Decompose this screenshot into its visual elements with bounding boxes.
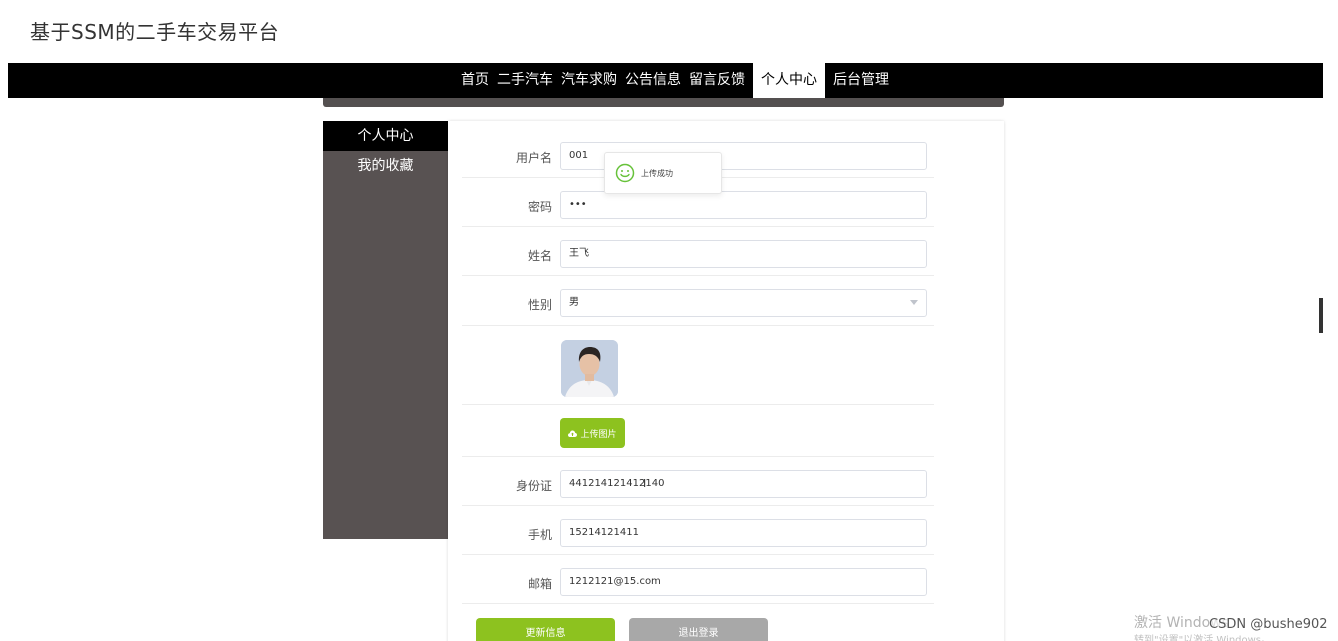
form-row-name: 姓名 王飞 xyxy=(462,240,934,276)
site-title: 基于SSM的二手车交易平台 xyxy=(30,20,280,44)
username-label: 用户名 xyxy=(515,151,552,165)
id-card-label: 身份证 xyxy=(515,479,552,493)
toast-message: 上传成功 xyxy=(641,168,673,178)
name-input[interactable]: 王飞 xyxy=(560,240,927,268)
page-scrollbar-thumb[interactable] xyxy=(1319,298,1323,333)
nav-item-admin[interactable]: 后台管理 xyxy=(829,63,893,98)
nav-item-notices[interactable]: 公告信息 xyxy=(621,63,685,98)
form-row-id-card: 身份证 441214121412140 xyxy=(462,469,934,506)
nav-item-home[interactable]: 首页 xyxy=(457,63,493,98)
windows-activation-subtext: 转到"设置"以激活 Windows。 xyxy=(1134,635,1272,641)
text-cursor-icon: I xyxy=(643,477,647,490)
phone-label: 手机 xyxy=(527,528,552,542)
form-row-password: 密码 ••• xyxy=(462,191,934,227)
nav-item-personal-center[interactable]: 个人中心 xyxy=(753,63,825,98)
upload-image-label: 上传图片 xyxy=(580,428,617,439)
password-label: 密码 xyxy=(527,200,552,214)
cloud-upload-icon xyxy=(568,430,578,437)
logout-button[interactable]: 退出登录 xyxy=(629,618,768,641)
upload-success-toast: 上传成功 xyxy=(604,152,722,194)
person-portrait-icon xyxy=(561,340,618,397)
gender-label: 性别 xyxy=(527,298,552,312)
form-row-avatar xyxy=(462,326,934,405)
sidebar: 个人中心 我的收藏 xyxy=(323,121,448,539)
phone-input[interactable]: 15214121411 xyxy=(560,519,927,547)
nav-menu: 首页 二手汽车 汽车求购 公告信息 留言反馈 个人中心 后台管理 xyxy=(457,63,893,98)
nav-item-feedback[interactable]: 留言反馈 xyxy=(685,63,749,98)
form-row-gender: 性别 男 xyxy=(462,289,934,326)
upload-image-button[interactable]: 上传图片 xyxy=(560,418,625,448)
chevron-down-icon xyxy=(910,300,918,305)
sidebar-item-favorites[interactable]: 我的收藏 xyxy=(323,151,448,181)
gender-select-value: 男 xyxy=(569,297,579,308)
id-card-input[interactable]: 441214121412140 xyxy=(560,470,927,498)
email-input[interactable]: 1212121@15.com xyxy=(560,568,927,596)
nav-item-car-wanted[interactable]: 汽车求购 xyxy=(557,63,621,98)
name-label: 姓名 xyxy=(527,249,552,263)
form-row-upload xyxy=(462,405,934,457)
email-label: 邮箱 xyxy=(527,577,552,591)
csdn-watermark: CSDN @bushe902 xyxy=(1209,617,1328,632)
smile-icon xyxy=(615,163,635,183)
top-navbar: 首页 二手汽车 汽车求购 公告信息 留言反馈 个人中心 后台管理 xyxy=(8,63,1323,98)
nav-item-used-cars[interactable]: 二手汽车 xyxy=(493,63,557,98)
sidebar-item-personal-center[interactable]: 个人中心 xyxy=(323,121,448,151)
banner-strip xyxy=(323,98,1004,107)
gender-select[interactable]: 男 xyxy=(560,289,927,317)
avatar-image xyxy=(561,340,618,397)
update-info-button[interactable]: 更新信息 xyxy=(476,618,615,641)
form-row-phone: 手机 15214121411 xyxy=(462,518,934,555)
form-row-email: 邮箱 1212121@15.com xyxy=(462,567,934,604)
password-input[interactable]: ••• xyxy=(560,191,927,219)
